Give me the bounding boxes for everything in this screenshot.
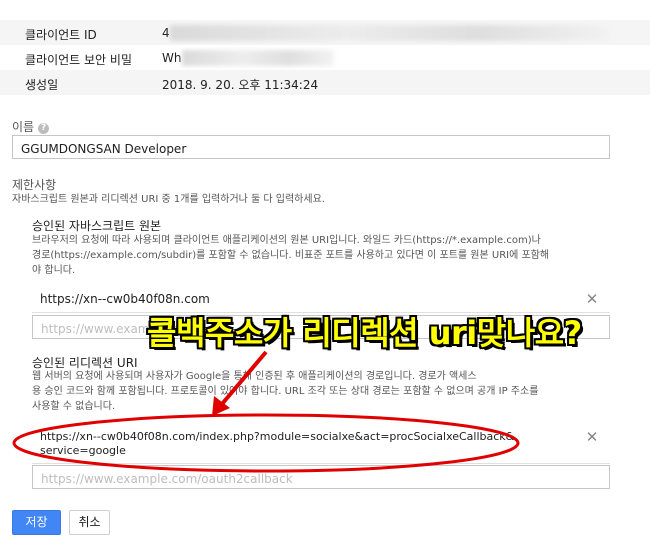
annotation-arrow-line [220,350,268,406]
annotation-question-text: 콜백주소가 리디렉션 uri맞나요? [147,314,582,352]
annotation-overlay [12,350,520,473]
highlight-circle [12,413,520,473]
